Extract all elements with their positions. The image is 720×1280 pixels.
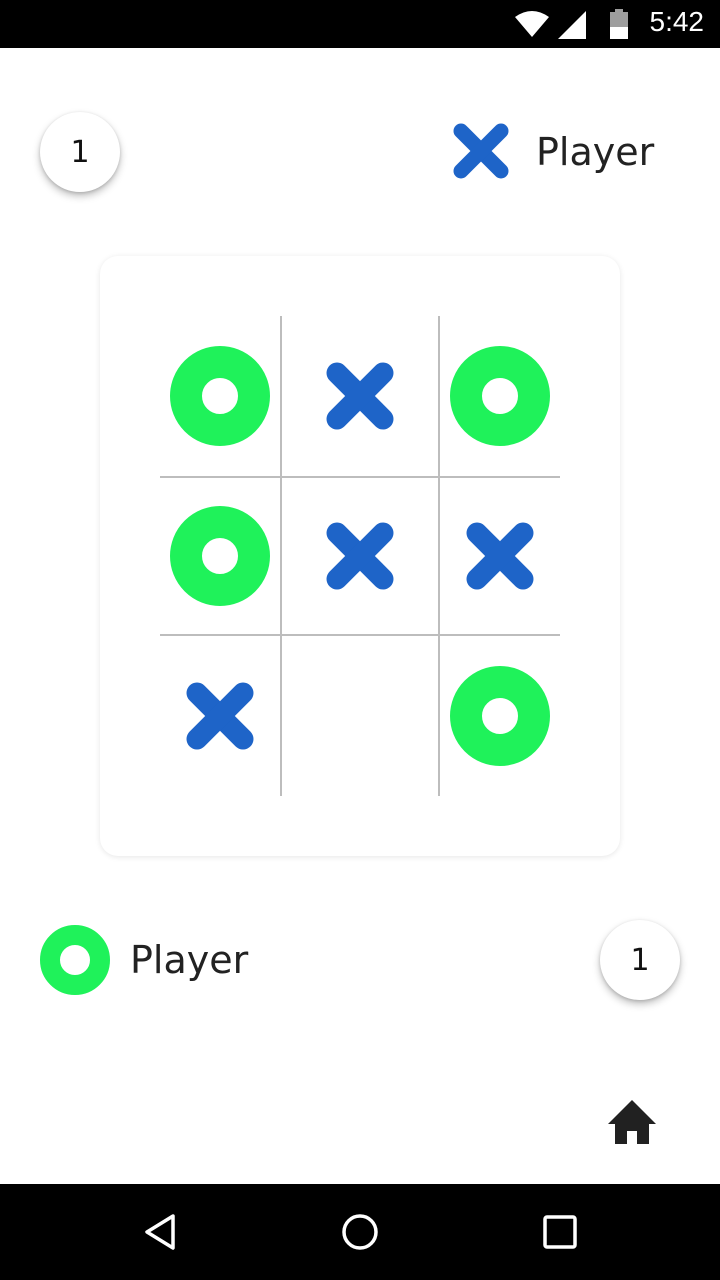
board-cell-r1-c3[interactable] [440,316,560,476]
board-cell-r3-c2[interactable] [282,636,438,796]
board-cell-r2-c1[interactable] [160,478,280,634]
battery-icon [610,9,628,39]
o-mark-icon [40,925,110,995]
home-circle-icon[interactable] [340,1212,380,1252]
board-cell-r1-c1[interactable] [160,316,280,476]
status-time: 5:42 [649,6,705,37]
status-bar: 5:42 [0,0,720,48]
signal-icon [558,11,586,39]
x-mark-icon [326,522,394,590]
o-mark-icon [170,346,270,446]
top-player-score-badge: 1 [40,112,120,192]
board-cell-r1-c2[interactable] [282,316,438,476]
x-mark-icon [326,362,394,430]
board-cell-r3-c1[interactable] [160,636,280,796]
wifi-icon [515,11,549,37]
o-mark-icon [450,346,550,446]
x-mark-icon [466,522,534,590]
x-mark-icon [453,123,509,179]
o-mark-icon [450,666,550,766]
bottom-player-score-badge: 1 [600,920,680,1000]
top-player-label: Player [536,130,655,174]
board-cell-r3-c3[interactable] [440,636,560,796]
board-cell-r2-c2[interactable] [282,478,438,634]
board-grid [160,316,560,796]
bottom-player-label: Player [130,938,249,982]
game-board [100,256,620,856]
home-icon[interactable] [606,1098,658,1148]
board-cell-r2-c3[interactable] [440,478,560,634]
navigation-bar [0,1184,720,1280]
x-mark-icon [186,682,254,750]
back-triangle-icon[interactable] [140,1212,180,1252]
recents-square-icon[interactable] [540,1212,580,1252]
o-mark-icon [170,506,270,606]
